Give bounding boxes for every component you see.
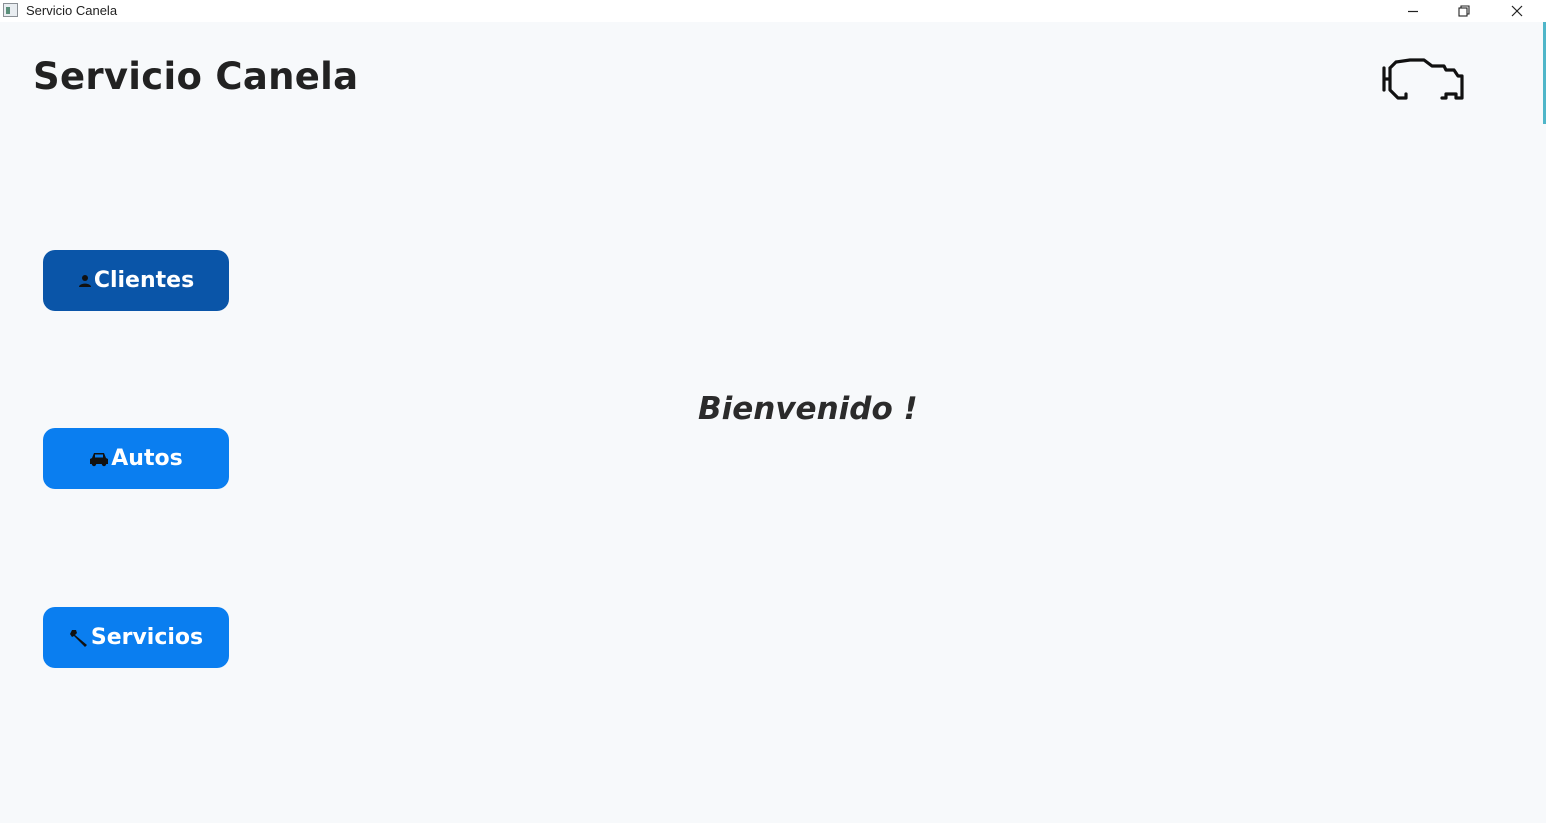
app-window: Servicio Canela Servicio Canela Clientes… [0,0,1546,823]
minimize-icon [1408,10,1418,13]
servicios-button-label: Servicios [90,625,204,650]
wrench-icon [69,628,89,648]
servicios-button[interactable]: Servicios [43,607,229,668]
title-bar[interactable]: Servicio Canela [0,0,1546,22]
close-icon [1511,5,1523,17]
autos-button-label: Autos [111,446,183,471]
page-title: Servicio Canela [33,55,359,98]
app-icon [3,3,18,17]
welcome-message: Bienvenido ! [698,391,918,427]
window-title: Servicio Canela [26,3,118,18]
clientes-button-label: Clientes [93,268,195,293]
car-icon [89,451,109,467]
restore-icon [1458,5,1470,17]
clientes-button[interactable]: Clientes [43,250,229,311]
engine-icon [1382,58,1464,100]
close-button[interactable] [1494,0,1540,22]
minimize-button[interactable] [1390,0,1436,22]
person-icon [78,274,92,288]
autos-button[interactable]: Autos [43,428,229,489]
restore-button[interactable] [1441,0,1487,22]
